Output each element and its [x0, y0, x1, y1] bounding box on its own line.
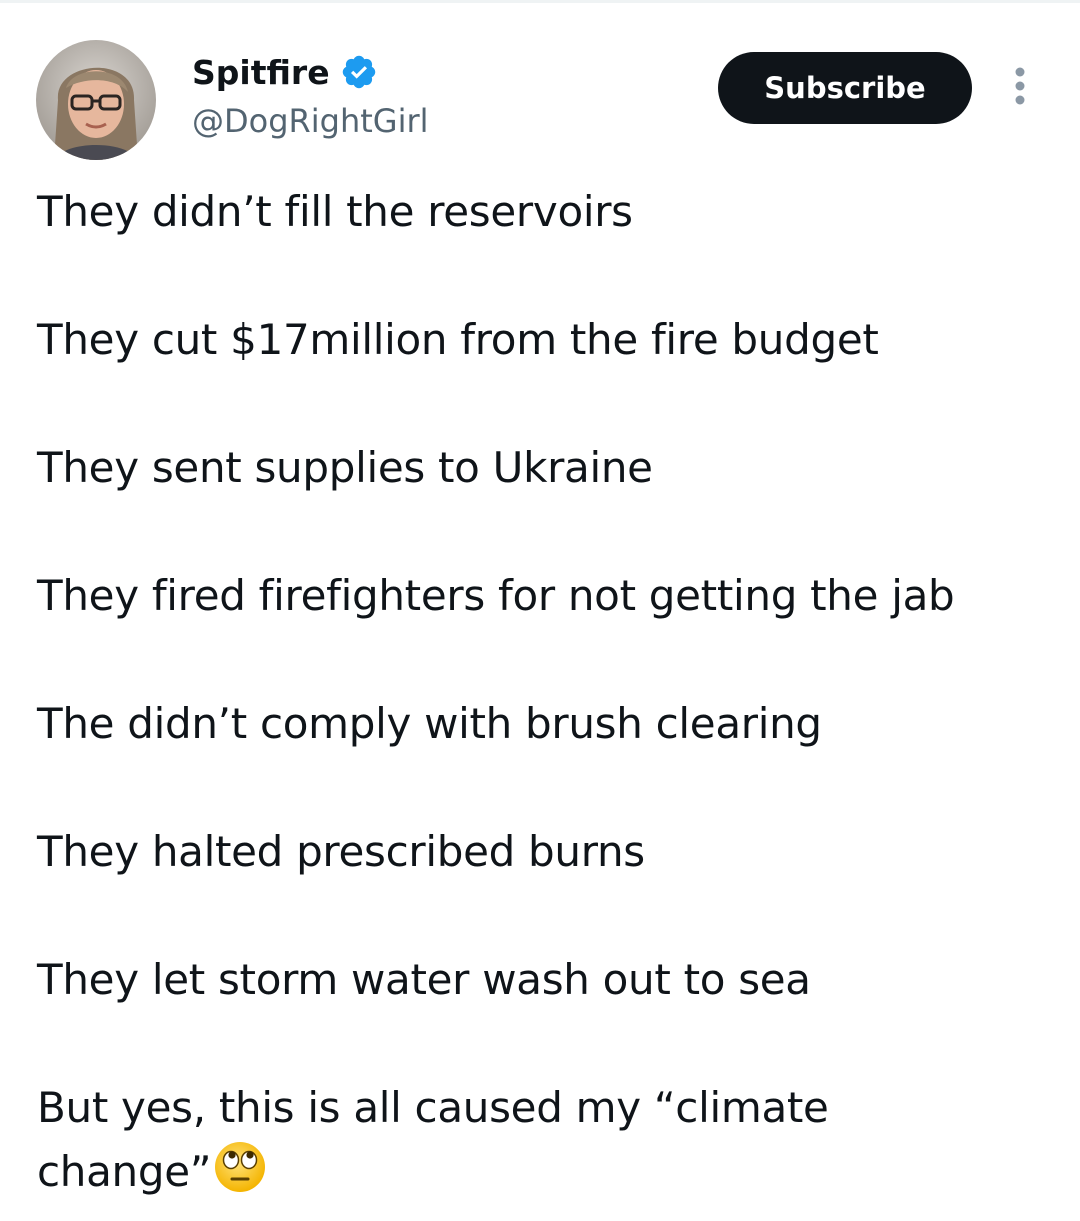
profile-photo [36, 40, 156, 160]
tweet-line: They sent supplies to Ukraine [37, 443, 653, 492]
tweet-line: They cut $17million from the fire budget [37, 315, 879, 364]
more-vertical-icon[interactable] [1002, 64, 1038, 112]
tweet-text: They didn’t fill the reservoirs They cut… [37, 180, 1047, 1204]
author-handle[interactable]: @DogRightGirl [192, 102, 429, 140]
author-info: Spitfire @DogRightGirl [192, 44, 429, 141]
tweet-line: They fired firefighters for not getting … [37, 571, 955, 620]
tweet-line: They let storm water wash out to sea [37, 955, 811, 1004]
tweet-line: They halted prescribed burns [37, 827, 645, 876]
verified-badge-icon[interactable] [340, 53, 378, 91]
avatar[interactable] [36, 40, 156, 160]
tweet-line: The didn’t comply with brush clearing [37, 699, 822, 748]
subscribe-button[interactable]: Subscribe [718, 52, 972, 124]
tweet-line: They didn’t fill the reservoirs [37, 187, 633, 236]
top-divider [0, 0, 1080, 3]
author-name-row: Spitfire [192, 44, 429, 100]
tweet-last-line-text: But yes, this is all caused my “climate … [37, 1083, 829, 1196]
tweet-last-line: But yes, this is all caused my “climate … [37, 1076, 937, 1204]
eye-roll-emoji-icon [213, 1140, 267, 1194]
author-display-name[interactable]: Spitfire [192, 53, 330, 92]
